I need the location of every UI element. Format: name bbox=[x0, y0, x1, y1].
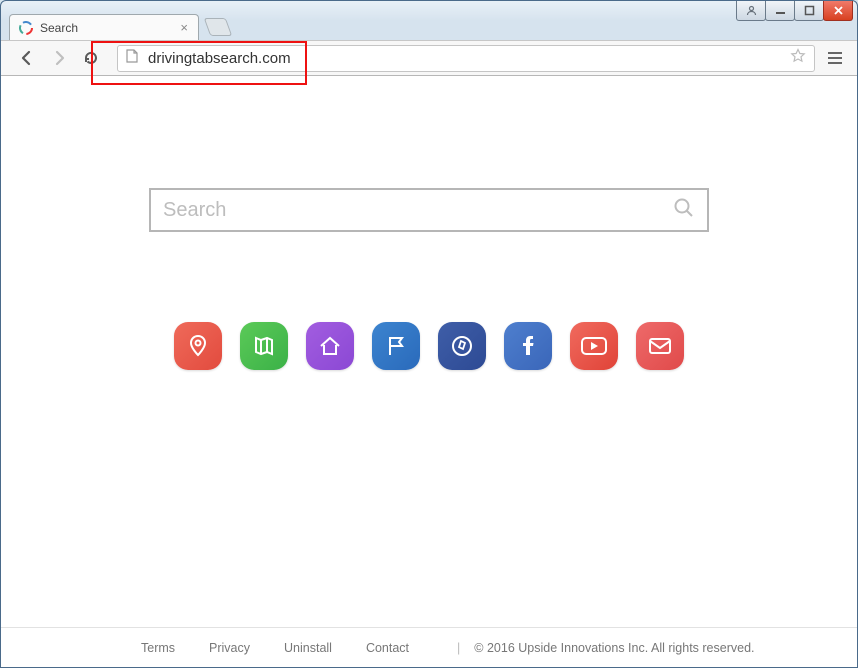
footer-link-terms[interactable]: Terms bbox=[141, 641, 175, 655]
arrow-left-icon bbox=[18, 49, 36, 67]
star-icon bbox=[790, 48, 806, 64]
footer-link-contact[interactable]: Contact bbox=[366, 641, 409, 655]
shortcut-flag[interactable] bbox=[372, 322, 420, 370]
search-box[interactable] bbox=[149, 188, 709, 232]
page-body bbox=[1, 76, 857, 627]
tab-close-button[interactable]: × bbox=[178, 20, 190, 35]
footer-copyright: © 2016 Upside Innovations Inc. All right… bbox=[474, 641, 754, 655]
browser-toolbar: drivingtabsearch.com bbox=[1, 40, 857, 76]
hamburger-icon bbox=[827, 51, 843, 65]
facebook-icon bbox=[515, 333, 541, 359]
shortcut-home[interactable] bbox=[306, 322, 354, 370]
magnifier-icon bbox=[673, 197, 695, 219]
shortcut-map[interactable] bbox=[240, 322, 288, 370]
page-icon bbox=[126, 49, 140, 67]
back-button[interactable] bbox=[15, 46, 39, 70]
mail-icon bbox=[646, 333, 674, 359]
search-input[interactable] bbox=[163, 199, 673, 222]
compass-icon bbox=[449, 333, 475, 359]
tab-title: Search bbox=[40, 21, 78, 35]
home-icon bbox=[317, 333, 343, 359]
tab-favicon-icon bbox=[18, 20, 34, 36]
bookmark-button[interactable] bbox=[790, 48, 806, 68]
browser-tab[interactable]: Search × bbox=[9, 14, 199, 40]
flag-icon bbox=[383, 333, 409, 359]
url-text: drivingtabsearch.com bbox=[148, 50, 291, 67]
tab-strip: Search × bbox=[1, 13, 857, 40]
footer-link-uninstall[interactable]: Uninstall bbox=[284, 641, 332, 655]
new-tab-button[interactable] bbox=[204, 18, 233, 36]
reload-button[interactable] bbox=[79, 46, 103, 70]
location-pin-icon bbox=[185, 333, 211, 359]
menu-button[interactable] bbox=[823, 46, 847, 70]
shortcut-location[interactable] bbox=[174, 322, 222, 370]
page-content: Terms Privacy Uninstall Contact | © 2016… bbox=[1, 76, 857, 667]
shortcut-row bbox=[174, 322, 684, 370]
browser-window: Search × drivingtabsearch.com bbox=[0, 0, 858, 668]
reload-icon bbox=[82, 49, 100, 67]
shortcut-facebook[interactable] bbox=[504, 322, 552, 370]
footer-separator: | bbox=[457, 641, 460, 655]
forward-button[interactable] bbox=[47, 46, 71, 70]
search-button[interactable] bbox=[673, 197, 695, 224]
shortcut-compass[interactable] bbox=[438, 322, 486, 370]
footer-link-privacy[interactable]: Privacy bbox=[209, 641, 250, 655]
arrow-right-icon bbox=[50, 49, 68, 67]
title-bar bbox=[1, 1, 857, 13]
page-footer: Terms Privacy Uninstall Contact | © 2016… bbox=[1, 627, 857, 667]
address-bar[interactable]: drivingtabsearch.com bbox=[117, 45, 815, 72]
shortcut-youtube[interactable] bbox=[570, 322, 618, 370]
shortcut-mail[interactable] bbox=[636, 322, 684, 370]
youtube-play-icon bbox=[579, 333, 609, 359]
map-icon bbox=[251, 333, 277, 359]
